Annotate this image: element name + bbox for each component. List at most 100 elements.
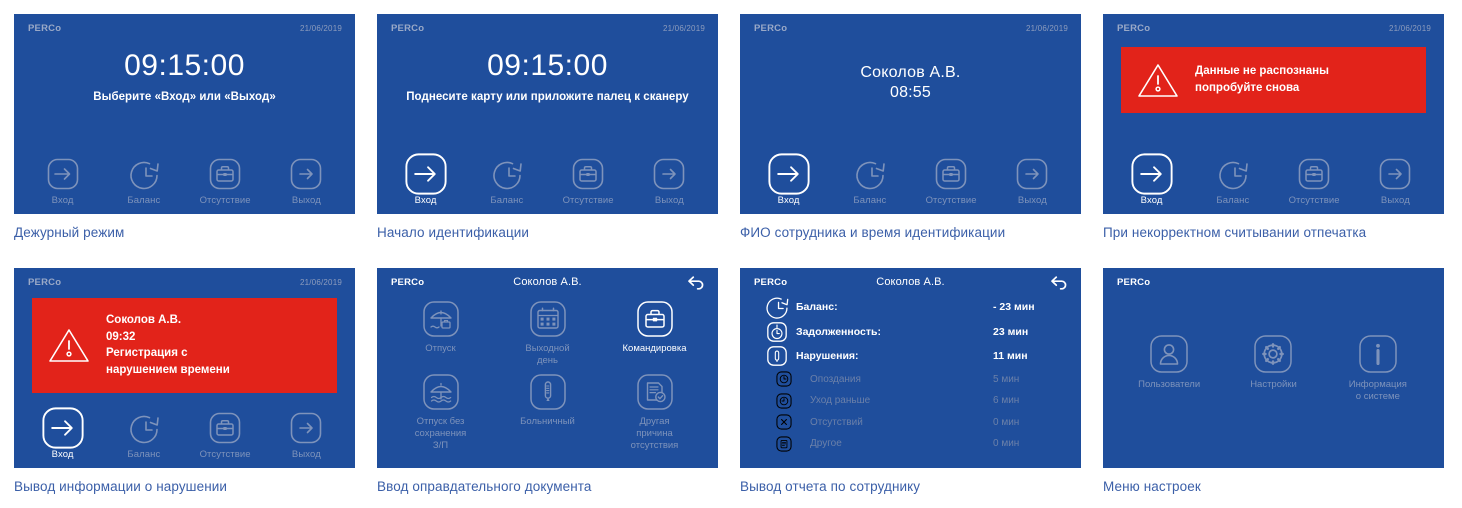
info-icon	[1326, 330, 1430, 378]
nav-label: Выход	[1380, 195, 1410, 206]
tile-label: Командировка	[622, 343, 687, 354]
nav-item-entry[interactable]: Вход	[27, 407, 99, 460]
thermometer-icon	[758, 343, 796, 369]
document-check-icon	[601, 369, 708, 415]
screen-topbar: PERCo 21/06/2019	[377, 23, 718, 37]
bottom-nav: Вход Баланс Отсутствие Выход	[14, 407, 355, 460]
nav-item-exit[interactable]: Выход	[996, 154, 1068, 206]
tile-label: Пользователи	[1138, 379, 1201, 390]
report-row-balance: Баланс: - 23 мин	[758, 295, 1067, 320]
nav-item-absence[interactable]: Отсутствие	[915, 154, 987, 206]
device-screen: PERCo 21/06/2019 Данные не распознаны по…	[1103, 14, 1444, 214]
clock-display: 09:15:00	[124, 49, 245, 82]
nav-item-balance[interactable]: Баланс	[834, 154, 906, 206]
tile-unpaid-leave[interactable]: Отпуск без сохранения З/П	[387, 369, 494, 452]
document-icon	[758, 434, 810, 454]
warning-triangle-icon	[1121, 60, 1195, 100]
brand-logo: PERCo	[754, 23, 788, 34]
panel-caption: ФИО сотрудника и время идентификации	[740, 225, 1006, 240]
panel-caption: При некорректном считывании отпечатка	[1103, 225, 1367, 240]
nav-item-exit[interactable]: Выход	[270, 408, 342, 460]
nav-item-entry[interactable]: Вход	[390, 153, 462, 206]
screen-topbar: PERCo 21/06/2019	[740, 23, 1081, 37]
panel-caption: Ввод оправдательного документа	[377, 479, 592, 494]
nav-item-exit[interactable]: Выход	[1359, 154, 1431, 206]
tile-settings[interactable]: Настройки	[1221, 330, 1325, 403]
enter-arrow-icon	[27, 154, 99, 194]
nav-label: Вход	[777, 195, 800, 206]
cross-icon	[758, 412, 810, 432]
tile-vacation[interactable]: Отпуск	[387, 296, 494, 367]
nav-label: Вход	[51, 195, 74, 206]
clock-early-icon	[758, 391, 810, 411]
nav-item-exit[interactable]: Выход	[633, 154, 705, 206]
date-label: 21/06/2019	[299, 24, 342, 33]
report-row-late: Опоздания 5 мин	[758, 369, 1067, 391]
enter-arrow-icon	[27, 407, 99, 449]
nav-item-exit[interactable]: Выход	[270, 154, 342, 206]
violation-alert-text: Соколов А.В. 09:32 Регистрация с нарушен…	[106, 312, 230, 379]
enter-arrow-icon	[390, 153, 462, 195]
bottom-nav: Вход Баланс Отсутствие Выход	[377, 153, 718, 206]
back-arrow-icon[interactable]	[686, 273, 706, 293]
beach-umbrella-waves-icon	[387, 369, 494, 415]
nav-item-absence[interactable]: Отсутствие	[552, 154, 624, 206]
report-row-early-leave: Уход раньше 6 мин	[758, 390, 1067, 412]
beach-umbrella-bag-icon	[387, 296, 494, 342]
nav-item-balance[interactable]: Баланс	[471, 154, 543, 206]
standby-hero: 09:15:00 Выберите «Вход» или «Выход»	[14, 50, 355, 103]
tile-label: Больничный	[520, 415, 575, 427]
report-row-violations: Нарушения: 11 мин	[758, 344, 1067, 369]
report-value: 23 мин	[993, 325, 1029, 338]
report-value: 11 мин	[993, 350, 1028, 363]
tile-users[interactable]: Пользователи	[1117, 330, 1221, 403]
nav-label: Баланс	[1216, 195, 1250, 206]
brand-logo: PERCo	[391, 23, 425, 34]
clock-display: 09:15:00	[487, 49, 608, 82]
panel-standby: PERCo 21/06/2019 09:15:00 Выберите «Вход…	[14, 14, 355, 240]
gear-icon	[1221, 330, 1325, 378]
warning-triangle-icon	[32, 325, 106, 365]
back-arrow-icon[interactable]	[1049, 273, 1069, 293]
report-value: - 23 мин	[993, 301, 1035, 314]
clock-rewind-icon	[758, 294, 796, 320]
exit-arrow-icon	[1359, 154, 1431, 194]
nav-item-absence[interactable]: Отсутствие	[1278, 154, 1350, 206]
tile-system-info[interactable]: Информация о системе	[1326, 330, 1430, 403]
device-screen: PERCo 21/06/2019 09:15:00 Выберите «Вход…	[14, 14, 355, 214]
tile-day-off[interactable]: Выходной день	[494, 296, 601, 367]
nav-item-balance[interactable]: Баланс	[1197, 154, 1269, 206]
nav-item-balance[interactable]: Баланс	[108, 408, 180, 460]
tile-business-trip[interactable]: Командировка	[601, 296, 708, 367]
nav-label: Выход	[1017, 195, 1047, 206]
brand-logo: PERCo	[28, 277, 62, 288]
panel-read-error: PERCo 21/06/2019 Данные не распознаны по…	[1103, 14, 1444, 240]
nav-item-entry[interactable]: Вход	[753, 153, 825, 206]
nav-label: Вход	[1140, 195, 1163, 206]
tile-sick-leave[interactable]: Больничный	[494, 369, 601, 452]
report-label: Уход раньше	[810, 395, 871, 407]
panel-absence-document: PERCo Соколов А.В. Отпуск Выходной день …	[377, 268, 718, 494]
nav-label: Отсутствие	[199, 195, 251, 206]
nav-item-absence[interactable]: Отсутствие	[189, 154, 261, 206]
tile-label: Выходной день	[525, 343, 570, 366]
tile-other-reason[interactable]: Другая причина отсутствия	[601, 369, 708, 452]
device-screen: PERCo Соколов А.В. Отпуск Выходной день …	[377, 268, 718, 468]
panel-caption: Вывод отчета по сотруднику	[740, 479, 921, 494]
error-line: Данные не распознаны	[1195, 65, 1329, 78]
nav-item-entry[interactable]: Вход	[1116, 153, 1188, 206]
panel-employee-identified: PERCo 21/06/2019 Соколов А.В. 08:55 Вход	[740, 14, 1081, 240]
panel-settings-menu: PERCo Пользователи Настройки Информация …	[1103, 268, 1444, 494]
tile-label: Настройки	[1250, 379, 1297, 390]
panel-identification-start: PERCo 21/06/2019 09:15:00 Поднесите карт…	[377, 14, 718, 240]
calendar-icon	[494, 296, 601, 342]
error-line: попробуйте снова	[1195, 82, 1300, 94]
report-list: Баланс: - 23 мин Задолженность: 23 мин Н…	[758, 295, 1067, 455]
nav-item-balance[interactable]: Баланс	[108, 154, 180, 206]
employee-hero: Соколов А.В. 08:55	[740, 64, 1081, 102]
nav-item-absence[interactable]: Отсутствие	[189, 408, 261, 460]
nav-label: Отсутствие	[925, 195, 977, 206]
nav-item-entry[interactable]: Вход	[27, 154, 99, 206]
briefcase-icon	[1278, 154, 1350, 194]
briefcase-icon	[189, 408, 261, 448]
